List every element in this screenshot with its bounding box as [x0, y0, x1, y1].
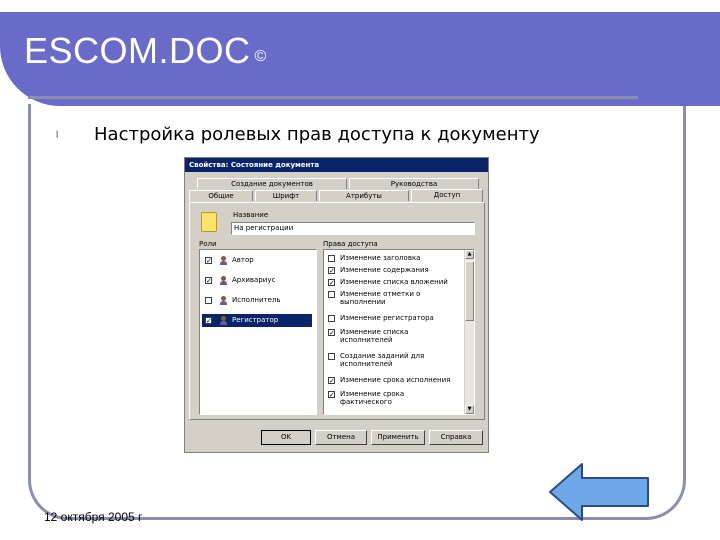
- right-checkbox[interactable]: [328, 291, 335, 298]
- right-label: Изменение регистратора: [340, 314, 434, 322]
- right-checkbox[interactable]: ✓: [328, 377, 335, 385]
- slide-date: 12 октября 2005 г: [44, 510, 143, 524]
- right-label: Изменение списка вложений: [340, 278, 448, 286]
- role-row-archivist[interactable]: ✓ Архивариус: [202, 274, 312, 287]
- right-checkbox[interactable]: ✓: [328, 329, 335, 337]
- roles-list[interactable]: ✓ Автор ✓ Архивариус Исполнитель ✓ Регис…: [199, 249, 317, 415]
- role-checkbox[interactable]: ✓: [205, 317, 212, 325]
- ok-button[interactable]: OK: [261, 430, 311, 445]
- document-icon: [201, 212, 217, 232]
- right-checkbox[interactable]: [328, 353, 335, 360]
- role-checkbox[interactable]: ✓: [205, 257, 212, 265]
- slide-title: ESCOM.DOC ©: [24, 30, 267, 71]
- right-label: Изменение срока фактического: [340, 390, 405, 406]
- role-label: Архивариус: [232, 276, 276, 284]
- right-checkbox[interactable]: ✓: [328, 267, 335, 275]
- apply-button[interactable]: Применить: [371, 430, 425, 445]
- roles-label: Роли: [199, 240, 217, 248]
- role-label: Регистратор: [232, 316, 279, 324]
- tab-create-documents[interactable]: Создание документов: [197, 178, 347, 189]
- role-row-registrar[interactable]: ✓ Регистратор: [202, 314, 312, 327]
- role-checkbox[interactable]: [205, 297, 212, 304]
- dialog-title: Свойства: Состояние документа: [185, 158, 488, 172]
- right-label: Изменение списка исполнителей: [340, 328, 409, 344]
- name-label: Название: [233, 211, 269, 219]
- right-label: Изменение содержания: [340, 266, 429, 274]
- right-checkbox[interactable]: ✓: [328, 391, 335, 399]
- properties-dialog: Свойства: Состояние документа Создание д…: [184, 157, 489, 453]
- scroll-down-arrow-icon[interactable]: ▼: [465, 405, 474, 414]
- right-label: Изменение срока исполнения: [340, 376, 451, 384]
- rights-list[interactable]: Изменение заголовка ✓ Изменение содержан…: [323, 249, 475, 415]
- right-label: Изменение отметки о выполнении: [340, 290, 421, 306]
- scroll-up-arrow-icon[interactable]: ▲: [465, 250, 474, 259]
- tab-access[interactable]: Доступ: [411, 189, 483, 202]
- copyright-mark: ©: [254, 48, 267, 66]
- right-checkbox[interactable]: ✓: [328, 279, 335, 287]
- role-checkbox[interactable]: ✓: [205, 277, 212, 285]
- tab-font[interactable]: Шрифт: [255, 190, 317, 201]
- person-icon: [220, 276, 227, 285]
- help-button[interactable]: Справка: [429, 430, 483, 445]
- back-arrow-icon[interactable]: [548, 462, 652, 522]
- cancel-button[interactable]: Отмена: [315, 430, 367, 445]
- bullet-marker: l: [56, 130, 59, 141]
- role-label: Исполнитель: [232, 296, 281, 304]
- role-row-executor[interactable]: Исполнитель: [202, 294, 312, 307]
- tab-guides[interactable]: Руководства: [349, 178, 479, 189]
- back-tab-row: Создание документов Руководства: [189, 178, 485, 189]
- right-checkbox[interactable]: [328, 315, 335, 322]
- right-checkbox[interactable]: [328, 255, 335, 262]
- scroll-thumb[interactable]: [465, 261, 474, 321]
- right-label: Изменение заголовка: [340, 254, 421, 262]
- tab-general[interactable]: Общие: [189, 190, 253, 201]
- role-row-author[interactable]: ✓ Автор: [202, 254, 312, 267]
- person-icon: [220, 296, 227, 305]
- title-underline: [28, 96, 638, 99]
- name-field[interactable]: На регистрации: [231, 222, 475, 235]
- right-label: Создание заданий для исполнителей: [340, 352, 425, 368]
- person-icon: [220, 316, 227, 325]
- front-tab-row: Общие Шрифт Атрибуты Доступ: [189, 189, 485, 202]
- tab-attributes[interactable]: Атрибуты: [319, 190, 409, 201]
- person-icon: [220, 256, 227, 265]
- role-label: Автор: [232, 256, 254, 264]
- rights-label: Права доступа: [323, 240, 378, 248]
- rights-scrollbar[interactable]: ▲ ▼: [464, 250, 474, 414]
- slide-heading: Настройка ролевых прав доступа к докумен…: [94, 124, 540, 145]
